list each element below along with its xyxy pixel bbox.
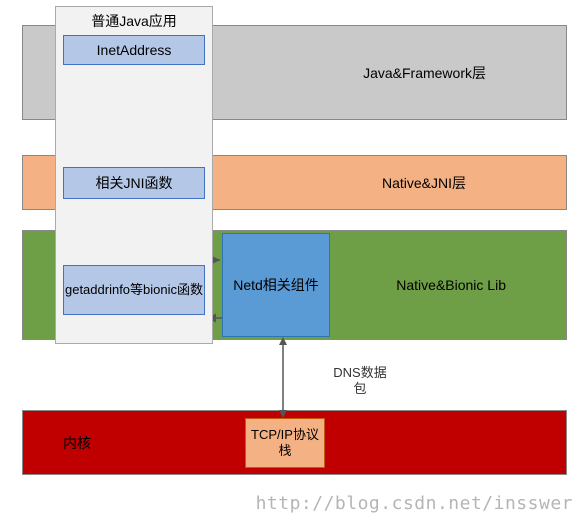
column-title: 普通Java应用: [91, 11, 177, 31]
edge-label-dns: DNS数据包: [330, 365, 390, 396]
node-jni-fn: 相关JNI函数: [63, 167, 205, 199]
node-tcpip: TCP/IP协议栈: [245, 418, 325, 468]
node-label: TCP/IP协议栈: [246, 427, 324, 458]
watermark: http://blog.csdn.net/insswer: [256, 493, 573, 514]
layer-label: Native&Bionic Lib: [396, 277, 506, 293]
layer-label: 内核: [63, 433, 91, 453]
node-netd: Netd相关组件: [222, 233, 330, 337]
node-label: 相关JNI函数: [96, 173, 173, 193]
node-label: Netd相关组件: [233, 275, 319, 295]
node-getaddrinfo: getaddrinfo等bionic函数: [63, 265, 205, 315]
diagram-canvas: Java&Framework层 Native&JNI层 Native&Bioni…: [0, 0, 587, 520]
layer-label: Java&Framework层: [363, 63, 486, 83]
layer-label: Native&JNI层: [382, 173, 466, 193]
node-label: getaddrinfo等bionic函数: [65, 282, 203, 299]
node-inetaddress: InetAddress: [63, 35, 205, 65]
node-label: InetAddress: [97, 42, 172, 58]
